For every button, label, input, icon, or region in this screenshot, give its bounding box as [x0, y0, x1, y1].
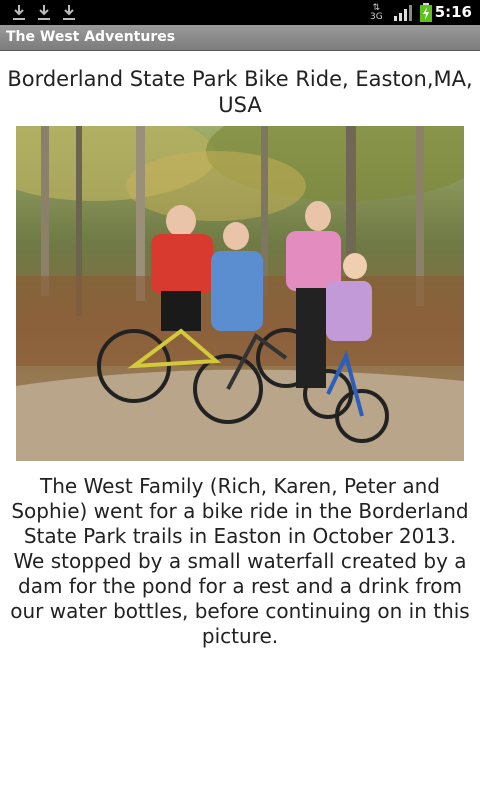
- network-label: 3G: [370, 12, 383, 22]
- post-heading: Borderland State Park Bike Ride, Easton,…: [7, 67, 473, 117]
- app-title-bar: The West Adventures: [0, 25, 480, 51]
- post-caption: The West Family (Rich, Karen, Peter and …: [10, 474, 470, 648]
- battery-charging-icon: [420, 3, 432, 22]
- download-icon: [63, 5, 75, 20]
- download-icon: [13, 5, 25, 20]
- clock: 5:16: [434, 3, 472, 21]
- download-icon: [38, 5, 50, 20]
- family-with-bikes-photo: [16, 126, 464, 461]
- app-title: The West Adventures: [6, 29, 176, 45]
- network-3g-icon: ⇅ 3G: [370, 3, 383, 22]
- signal-icon: [394, 5, 412, 21]
- status-bar: ⇅ 3G 5:16: [0, 0, 480, 25]
